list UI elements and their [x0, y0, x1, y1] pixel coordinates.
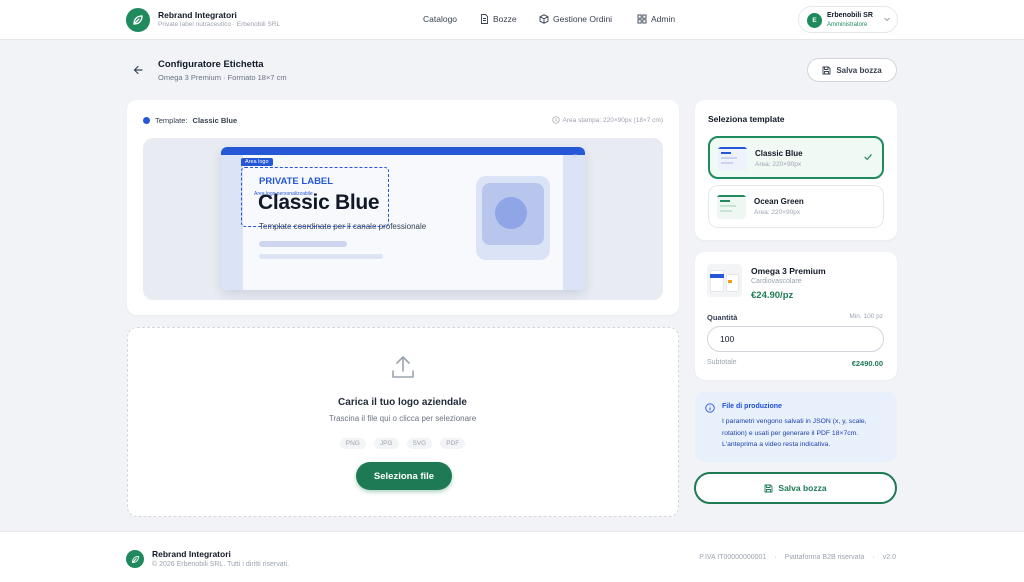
footer-copyright: © 2026 Erbenobili SRL. Tutti i diritti r…: [152, 561, 290, 568]
user-name: Erbenobili SR: [827, 12, 873, 19]
preview-card: Template: Classic Blue Area stampa: 220×…: [127, 100, 679, 315]
save-icon: [764, 484, 773, 492]
user-role: Amministratore: [827, 22, 868, 28]
save-draft-bottom-label: Salva bozza: [778, 483, 827, 493]
footer-piva: P.IVA IT00000000001: [699, 554, 767, 561]
checkmark-icon: [864, 154, 872, 161]
top-navbar: Rebrand Integratori Private label nutrac…: [0, 0, 1024, 40]
footer-version: v2.0: [882, 554, 896, 561]
production-info-box: File di produzione I parametri vengono s…: [695, 392, 897, 462]
logo-upload-dropzone[interactable]: Carica il tuo logo aziendale Trascina il…: [127, 327, 679, 517]
quantity-label: Quantità: [707, 313, 738, 322]
leaf-logo-icon[interactable]: [126, 8, 150, 32]
image-placeholder: [476, 176, 550, 260]
template-color-dot: [143, 117, 150, 124]
template-option-ocean-green[interactable]: Ocean Green Area: 220×90px: [708, 185, 884, 228]
template-option-area: Area: 220×90px: [754, 209, 801, 216]
logo-drop-area[interactable]: Area logo: [241, 158, 389, 227]
placeholder-line: [259, 241, 347, 247]
page-subtitle: Omega 3 Premium · Formato 18×7 cm: [158, 73, 287, 82]
label-preview: × PRIVATE LABEL Classic Blue Template co…: [221, 147, 585, 290]
page-title: Configuratore Etichetta: [158, 59, 264, 70]
info-title: File di produzione: [722, 403, 782, 410]
product-image: [707, 264, 742, 297]
upload-subtitle: Trascina il file qui o clicca per selezi…: [328, 414, 477, 423]
brand-title[interactable]: Rebrand Integratori: [158, 10, 237, 20]
template-prefix: Template:: [155, 116, 188, 125]
nav-admin[interactable]: Admin: [637, 14, 675, 24]
nav-gestione-ordini[interactable]: Gestione Ordini: [539, 14, 612, 24]
print-area-info: Area stampa: 220×90px (18×7 cm): [551, 116, 663, 124]
print-area-text: Area stampa: 220×90px (18×7 cm): [562, 116, 663, 124]
label-right-strip: [563, 155, 585, 290]
info-text: I parametri vengono salvati in JSON (x, …: [722, 418, 867, 448]
quantity-input[interactable]: [707, 326, 884, 352]
product-price: €24.90/pz: [751, 290, 794, 301]
document-icon: [481, 14, 488, 24]
nav-bozze[interactable]: Bozze: [480, 14, 517, 24]
format-badge: SVG: [406, 438, 433, 449]
nav-catalogo-label: Catalogo: [423, 14, 458, 24]
label-left-strip: [221, 155, 243, 290]
back-arrow-icon[interactable]: [132, 64, 144, 76]
subtotal-value: €2490.00: [851, 359, 883, 368]
quantity-min: Min. 100 pz: [849, 313, 883, 320]
footer-brand: Rebrand Integratori: [152, 549, 231, 559]
footer-platform: Piattaforma B2B riservata: [784, 554, 865, 561]
template-option-classic-blue[interactable]: Classic Blue Area: 220×90px: [708, 136, 884, 179]
template-indicator: Template: Classic Blue: [143, 116, 237, 125]
label-canvas: × PRIVATE LABEL Classic Blue Template co…: [143, 138, 663, 300]
format-badge: JPG: [373, 438, 399, 449]
footer: Rebrand Integratori © 2026 Erbenobili SR…: [0, 531, 1024, 582]
template-name: Classic Blue: [192, 116, 238, 125]
save-draft-label: Salva bozza: [836, 65, 882, 75]
save-icon: [822, 66, 831, 74]
nav-catalogo[interactable]: Catalogo: [423, 14, 457, 24]
info-icon: [705, 403, 715, 413]
image-placeholder-circle: [495, 197, 527, 229]
template-select-title: Seleziona template: [708, 114, 785, 124]
product-category: Cardiovascolare: [751, 278, 802, 285]
upload-title: Carica il tuo logo aziendale: [338, 397, 467, 408]
template-option-name: Classic Blue: [755, 149, 803, 158]
format-badge: PDF: [440, 438, 466, 449]
template-thumbnail: [717, 195, 746, 219]
save-draft-button-top[interactable]: Salva bozza: [807, 58, 897, 82]
chevron-down-icon: [884, 17, 890, 22]
product-name: Omega 3 Premium: [751, 266, 826, 276]
save-draft-button[interactable]: Salva bozza: [694, 472, 897, 504]
footer-separator: ·: [774, 554, 777, 561]
nav-gestione-ordini-label: Gestione Ordini: [553, 14, 613, 24]
format-badges: PNG JPG SVG PDF: [128, 438, 677, 449]
info-circle-icon: [551, 116, 560, 124]
subtotal-label: Subtotale: [707, 359, 737, 366]
leaf-logo-icon: [126, 550, 144, 568]
close-icon: ×: [573, 153, 578, 160]
select-file-button[interactable]: Seleziona file: [356, 462, 452, 490]
format-badge: PNG: [339, 438, 366, 449]
nav-admin-label: Admin: [651, 14, 676, 24]
template-select-card: Seleziona template Classic Blue Area: 22…: [695, 100, 897, 240]
footer-meta: P.IVA IT00000000001 · Piattaforma B2B ri…: [699, 554, 896, 561]
template-option-name: Ocean Green: [754, 197, 804, 206]
grid-icon: [637, 14, 647, 24]
box-icon: [539, 14, 549, 24]
avatar: E: [807, 13, 822, 28]
nav-bozze-label: Bozze: [493, 14, 517, 24]
template-option-area: Area: 220×90px: [755, 161, 802, 168]
placeholder-line: [259, 254, 383, 259]
upload-icon: [392, 356, 414, 378]
image-placeholder-inner: [482, 183, 544, 245]
template-thumbnail: [718, 147, 747, 171]
product-card: Omega 3 Premium Cardiovascolare €24.90/p…: [695, 252, 897, 380]
footer-separator: ·: [872, 554, 875, 561]
user-menu[interactable]: E Erbenobili SR Amministratore: [798, 6, 898, 33]
brand-subtitle: Private label nutraceutico · Erbenobili …: [158, 21, 281, 28]
label-top-band: [221, 147, 585, 155]
logo-area-hint: Area logo personalizzabile: [254, 191, 313, 197]
logo-area-tag: Area logo: [241, 158, 273, 166]
